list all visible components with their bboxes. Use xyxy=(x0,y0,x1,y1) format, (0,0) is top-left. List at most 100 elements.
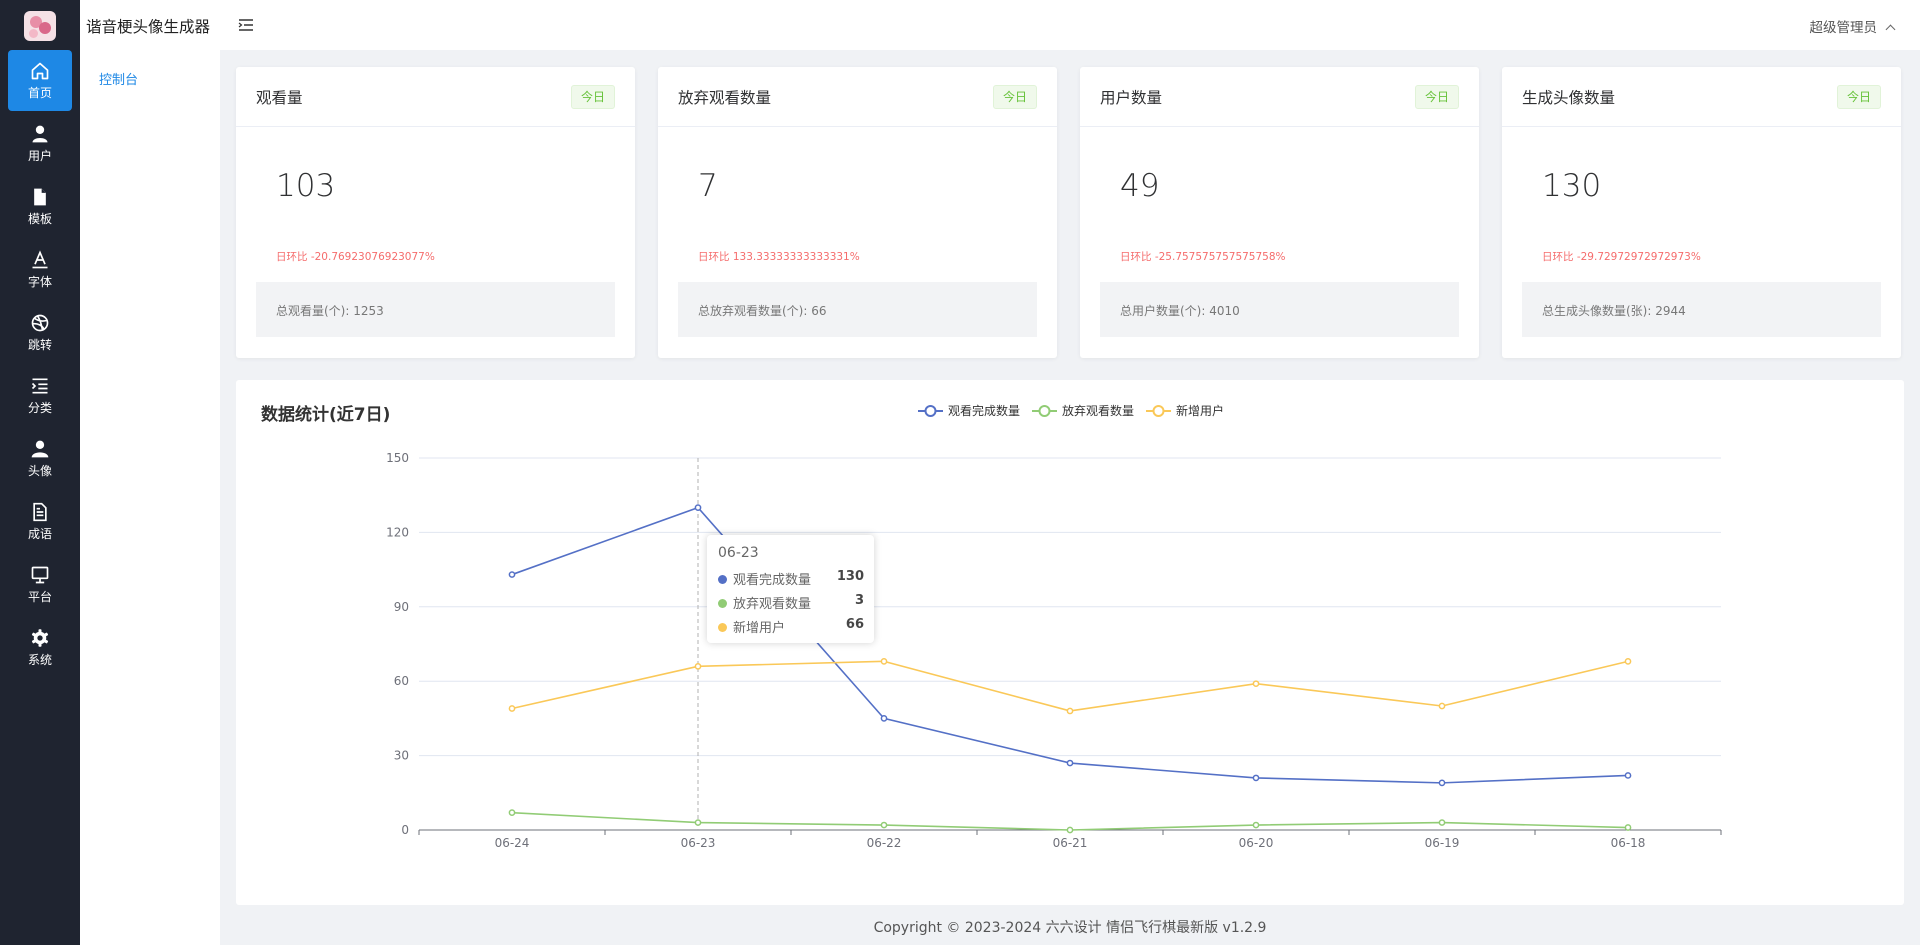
card-title: 放弃观看数量 xyxy=(678,89,772,107)
card-title: 用户数量 xyxy=(1100,89,1163,107)
legend-line-icon xyxy=(918,404,943,417)
line-chart[interactable]: 0 30 60 90 120 150 06-24 06-23 06-22 06-21 06-20 06… xyxy=(236,380,1904,905)
user-icon xyxy=(32,125,48,143)
tooltip-series-name: 放弃观看数量 xyxy=(733,597,812,612)
data-point xyxy=(508,809,516,816)
y-tick-label: 120 xyxy=(386,525,409,539)
legend-item-new-users[interactable]: 新增用户 xyxy=(1146,402,1224,419)
tooltip-value: 3 xyxy=(854,593,864,608)
rail-item-platforms[interactable]: 平台 xyxy=(8,554,72,615)
legend-label: 新增用户 xyxy=(1176,404,1225,418)
rail-item-label: 头像 xyxy=(27,464,52,478)
today-tag: 今日 xyxy=(1414,85,1459,109)
app-title: 谐音梗头像生成器 xyxy=(86,18,211,36)
legend-line-icon xyxy=(1146,404,1172,417)
top-header: 超级管理员 xyxy=(220,0,1920,50)
legend-label: 观看完成数量 xyxy=(948,404,1021,418)
chart-legend: 观看完成数量 放弃观看数量 新增用户 xyxy=(918,402,1224,419)
card-total-text: 总放弃观看数量(个): 66 xyxy=(698,304,827,318)
rail-item-label: 字体 xyxy=(27,275,52,289)
data-point xyxy=(1624,772,1632,779)
rail-item-users[interactable]: 用户 xyxy=(8,113,72,174)
series-dot xyxy=(718,575,727,584)
tooltip-series-name: 新增用户 xyxy=(733,621,786,636)
series-line-2 xyxy=(511,660,1629,712)
chart-tooltip: 06-23 观看完成数量 130 放弃观看数量 3 新增用户 66 xyxy=(707,535,874,643)
y-tick-label: 30 xyxy=(394,749,409,763)
card-day-ratio: 日环比 -20.76923076923077% xyxy=(276,251,435,263)
data-point xyxy=(1438,702,1446,710)
card-value: 130 xyxy=(1542,168,1602,204)
legend-item-abandoned[interactable]: 放弃观看数量 xyxy=(1032,402,1134,419)
y-tick-label: 0 xyxy=(401,823,409,837)
card-day-ratio: 日环比 -29.72972972972973% xyxy=(1542,251,1701,263)
card-total: 总观看量(个): 1253 xyxy=(256,282,615,337)
y-tick-label: 90 xyxy=(394,600,409,614)
card-total: 总用户数量(个): 4010 xyxy=(1100,282,1459,337)
data-point xyxy=(1252,821,1260,829)
tooltip-value: 66 xyxy=(845,617,864,632)
dribbble-icon xyxy=(31,314,49,332)
x-tick-label: 06-22 xyxy=(867,836,902,850)
data-point xyxy=(1624,658,1632,665)
rail-item-label: 成语 xyxy=(27,527,52,541)
y-tick-label: 60 xyxy=(394,674,409,688)
legend-item-completed[interactable]: 观看完成数量 xyxy=(918,402,1020,419)
panel-title: 数据统计(近7日) xyxy=(261,405,391,425)
user-menu[interactable]: 超级管理员 xyxy=(1810,16,1896,36)
x-tick-label: 06-18 xyxy=(1611,836,1646,850)
x-tick-label: 06-20 xyxy=(1239,836,1274,850)
rail-item-label: 首页 xyxy=(27,86,52,100)
sidebar-item-dashboard[interactable]: 控制台 xyxy=(99,69,138,88)
rail-item-idioms[interactable]: 成语 xyxy=(8,491,72,552)
data-point xyxy=(694,819,702,826)
rail-item-label: 系统 xyxy=(27,653,52,667)
data-point xyxy=(1252,774,1260,782)
stat-card-avatars: 生成头像数量 今日 130 日环比 -29.72972972972973% 总生成… xyxy=(1502,67,1901,358)
rail-item-label: 平台 xyxy=(27,590,52,604)
card-day-ratio: 日环比 -25.757575757575758% xyxy=(1120,251,1286,263)
card-total: 总生成头像数量(张): 2944 xyxy=(1522,282,1881,337)
today-tag: 今日 xyxy=(1836,85,1881,109)
x-tick-label: 06-19 xyxy=(1425,836,1460,850)
rail-item-label: 分类 xyxy=(27,401,52,415)
tooltip-row: 放弃观看数量 3 xyxy=(718,593,864,612)
stats-panel: 0 30 60 90 120 150 06-24 06-23 06-22 06-21 06-20 06… xyxy=(236,380,1904,905)
sub-sidebar: 谐音梗头像生成器 控制台 xyxy=(80,0,220,945)
series-dot xyxy=(718,599,727,608)
data-point xyxy=(694,662,702,670)
chevron-up-icon xyxy=(1885,24,1896,35)
data-point xyxy=(694,504,702,511)
font-icon xyxy=(32,250,48,269)
data-point xyxy=(1066,707,1074,715)
card-value: 103 xyxy=(276,168,336,204)
tooltip-row: 观看完成数量 130 xyxy=(718,569,864,588)
rail-item-fonts[interactable]: 字体 xyxy=(8,239,72,300)
app-logo[interactable] xyxy=(24,11,56,41)
today-tag: 今日 xyxy=(992,85,1037,109)
card-total-text: 总观看量(个): 1253 xyxy=(276,304,384,318)
rail-item-avatars[interactable]: 头像 xyxy=(8,428,72,489)
stat-card-users: 用户数量 今日 49 日环比 -25.757575757575758% 总用户数量… xyxy=(1080,67,1479,358)
stat-card-abandoned: 放弃观看数量 今日 7 日环比 133.33333333333331% 总放弃观看… xyxy=(658,67,1057,358)
x-tick-label: 06-24 xyxy=(495,836,530,850)
data-point xyxy=(508,705,516,712)
today-tag: 今日 xyxy=(570,85,615,109)
icon-rail: 首页 用户 模板 字体 跳转 分类 头像 成语 平台 系统 xyxy=(0,0,80,945)
tooltip-date: 06-23 xyxy=(718,545,759,561)
rail-item-label: 用户 xyxy=(27,149,52,163)
stat-card-views: 观看量 今日 103 日环比 -20.76923076923077% 总观看量(个… xyxy=(236,67,635,358)
rail-item-label: 模板 xyxy=(27,212,52,226)
rail-item-home[interactable]: 首页 xyxy=(8,50,72,111)
footer-copyright: Copyright © 2023-2024 六六设计 情侣飞行棋最新版 v1.2… xyxy=(873,920,1267,936)
menu-toggle-icon[interactable] xyxy=(238,17,254,33)
series-line-0 xyxy=(511,506,1629,784)
data-point xyxy=(1066,826,1074,834)
notes-icon xyxy=(33,502,47,522)
rail-item-templates[interactable]: 模板 xyxy=(8,176,72,237)
card-total-text: 总用户数量(个): 4010 xyxy=(1120,304,1240,318)
rail-item-system[interactable]: 系统 xyxy=(8,617,72,678)
x-tick-label: 06-21 xyxy=(1053,836,1088,850)
rail-item-categories[interactable]: 分类 xyxy=(8,365,72,426)
rail-item-redirect[interactable]: 跳转 xyxy=(8,302,72,363)
